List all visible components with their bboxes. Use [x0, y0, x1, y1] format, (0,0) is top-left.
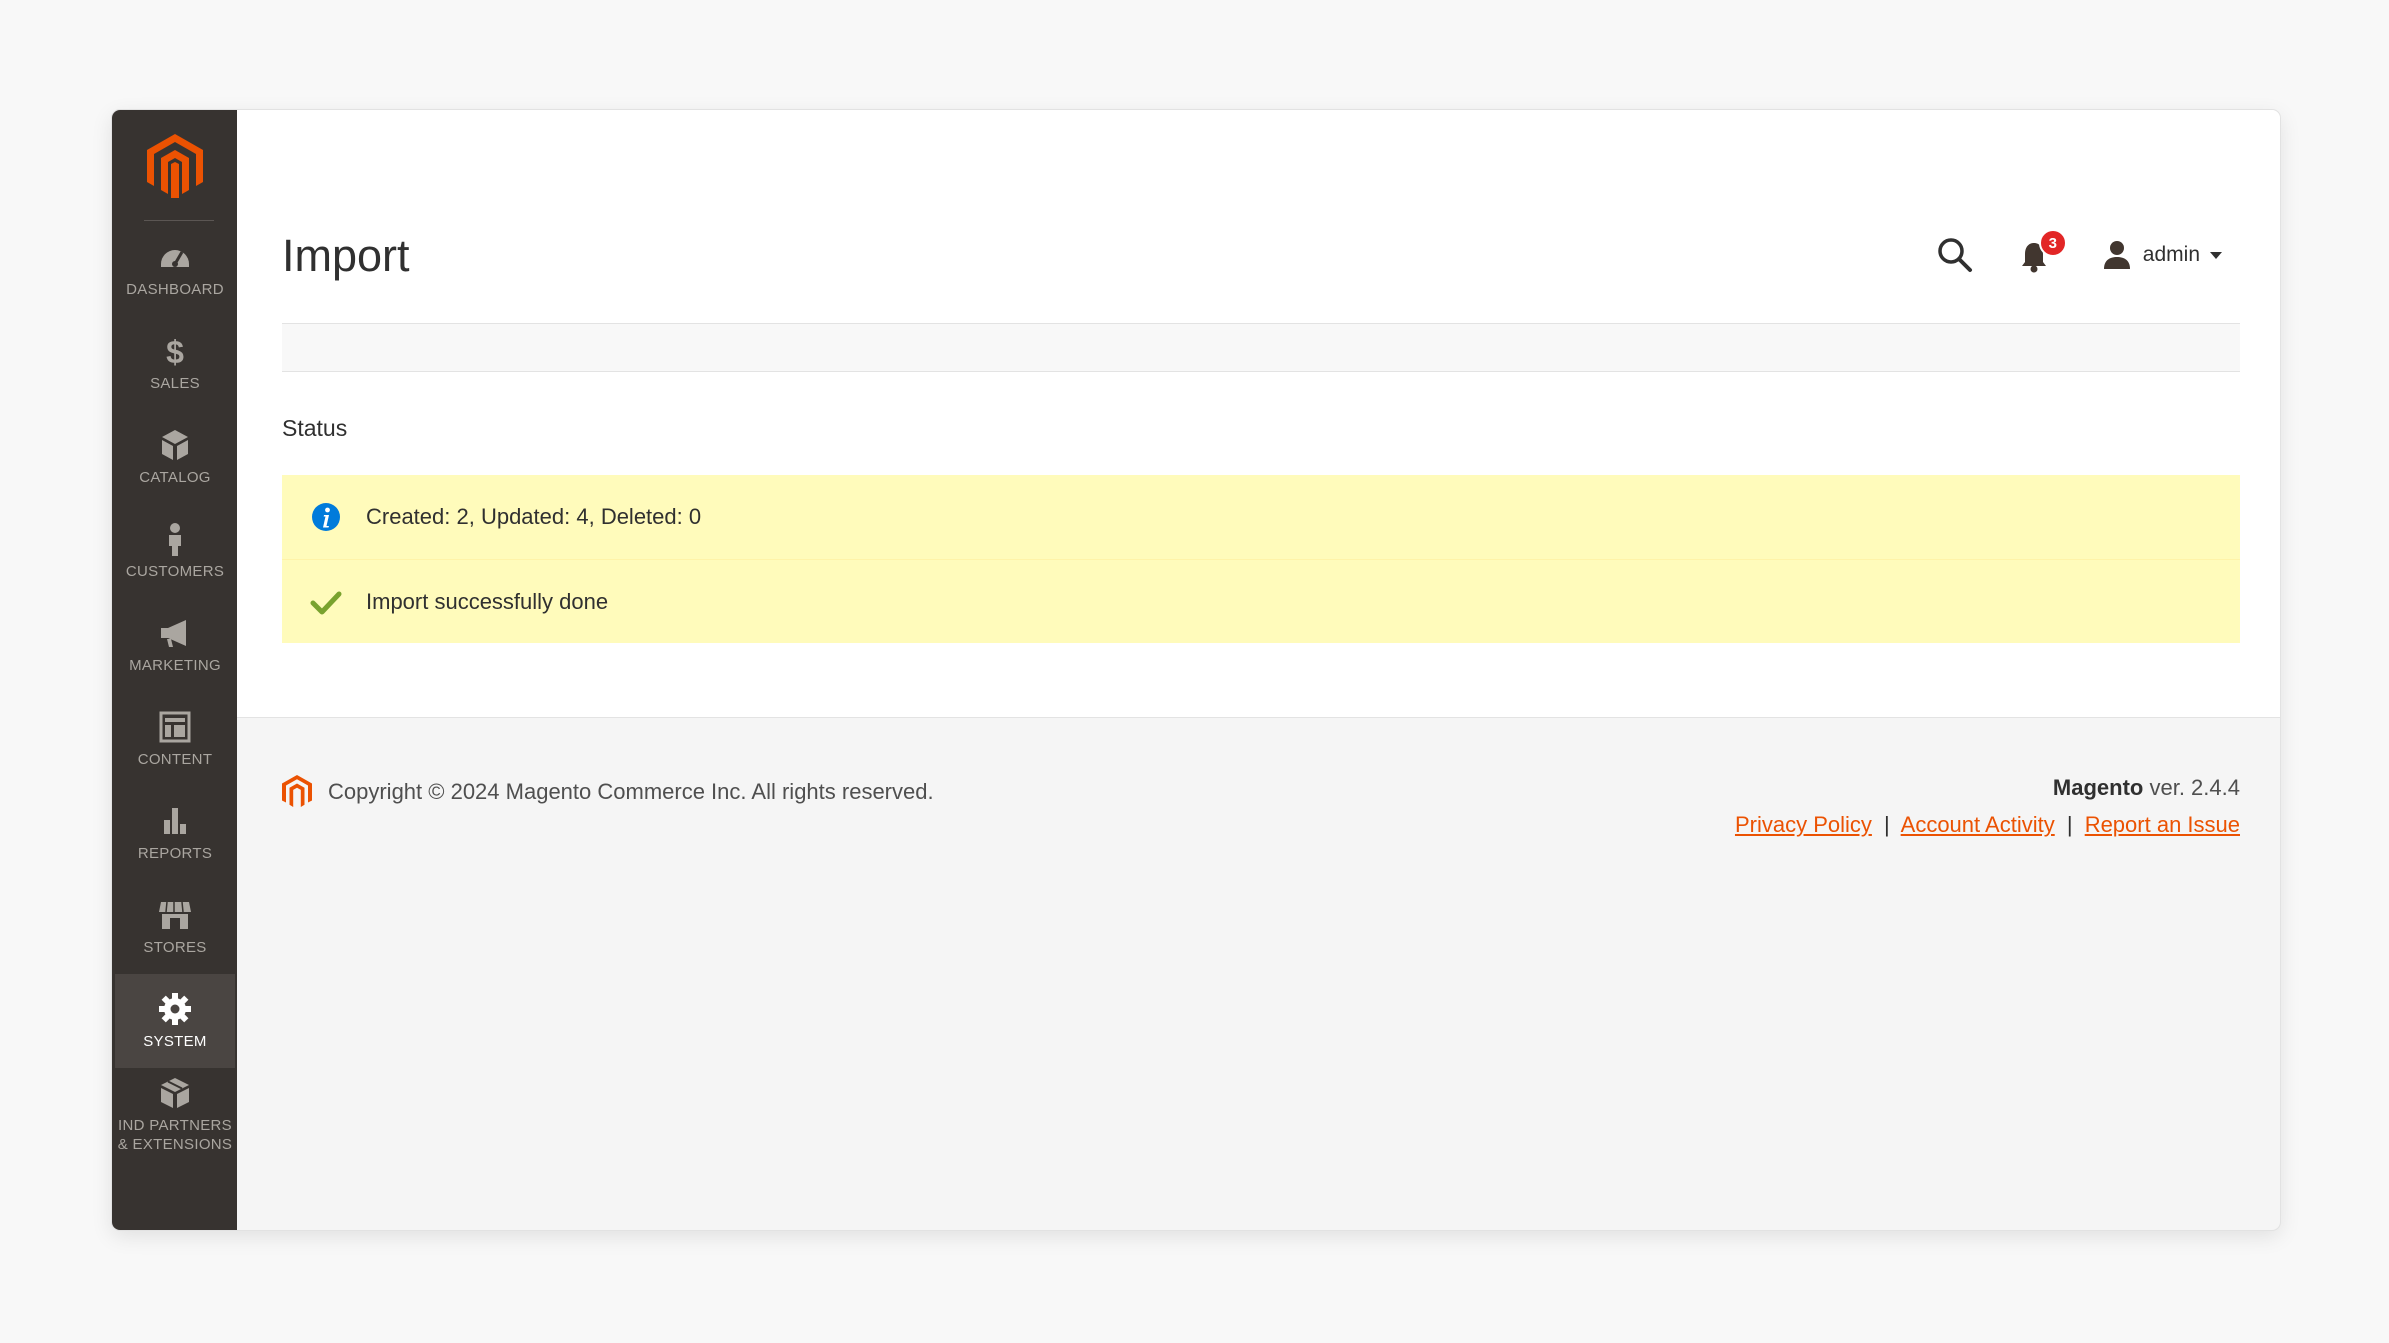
- gear-icon: [159, 992, 191, 1025]
- footer-copyright: Copyright © 2024 Magento Commerce Inc. A…: [282, 775, 934, 809]
- report-issue-link[interactable]: Report an Issue: [2085, 812, 2240, 837]
- messages-container: Created: 2, Updated: 4, Deleted: 0 Impor…: [282, 475, 2240, 643]
- sidebar-item-dashboard[interactable]: DASHBOARD: [115, 222, 235, 316]
- link-separator: |: [2066, 812, 2073, 837]
- info-icon: [312, 503, 340, 531]
- box-icon: [161, 1078, 189, 1108]
- layout-icon: [159, 711, 191, 742]
- info-message: Created: 2, Updated: 4, Deleted: 0: [282, 475, 2240, 559]
- version-text: ver. 2.4.4: [2143, 775, 2240, 800]
- status-heading: Status: [282, 415, 348, 441]
- user-name: admin: [2142, 243, 2200, 266]
- sidebar-item-catalog[interactable]: CATALOG: [115, 410, 235, 504]
- sidebar-item-sales[interactable]: $ SALES: [115, 316, 235, 410]
- sidebar-item-content[interactable]: CONTENT: [115, 692, 235, 786]
- copyright-text: Copyright © 2024 Magento Commerce Inc. A…: [328, 779, 934, 804]
- success-message-text: Import successfully done: [366, 588, 609, 614]
- magento-logo-icon: [146, 134, 203, 198]
- user-menu[interactable]: admin: [2103, 240, 2222, 270]
- success-message: Import successfully done: [282, 559, 2240, 643]
- dashboard-icon: [161, 249, 189, 267]
- sidebar-item-label: STORES: [143, 938, 207, 956]
- admin-window: DASHBOARD $ SALES CATALOG CUSTOMERS MARK…: [112, 110, 2280, 1230]
- sidebar-item-label: SYSTEM: [143, 1032, 207, 1050]
- user-icon: [2103, 241, 2130, 269]
- dollar-icon: $: [166, 334, 184, 368]
- chevron-down-icon: [2210, 251, 2222, 259]
- footer-links: Privacy Policy | Account Activity | Repo…: [1735, 812, 2240, 838]
- page-actions-bar: [282, 323, 2240, 372]
- info-message-text: Created: 2, Updated: 4, Deleted: 0: [366, 504, 702, 529]
- sidebar-item-partners[interactable]: IND PARTNERS & EXTENSIONS: [115, 1068, 235, 1162]
- notifications-button[interactable]: 3: [2021, 229, 2067, 273]
- admin-sidebar: DASHBOARD $ SALES CATALOG CUSTOMERS MARK…: [112, 110, 237, 1230]
- sidebar-item-customers[interactable]: CUSTOMERS: [115, 504, 235, 598]
- svg-text:$: $: [166, 334, 184, 368]
- privacy-policy-link[interactable]: Privacy Policy: [1735, 812, 1872, 837]
- sidebar-item-label: CUSTOMERS: [125, 562, 225, 580]
- notification-count-badge: 3: [2038, 229, 2067, 257]
- sidebar-item-label: CONTENT: [137, 750, 213, 768]
- sidebar-item-label: DASHBOARD: [126, 280, 224, 298]
- sidebar-item-label: MARKETING: [129, 656, 221, 674]
- footer-version: Magento ver. 2.4.4: [2053, 775, 2240, 801]
- checkmark-icon: [310, 591, 342, 614]
- sidebar-item-label: CATALOG: [139, 468, 211, 486]
- account-activity-link[interactable]: Account Activity: [1901, 812, 2055, 837]
- person-icon: [169, 522, 181, 556]
- magento-logo[interactable]: [112, 110, 237, 222]
- storefront-icon: [159, 901, 191, 929]
- link-separator: |: [1884, 812, 1890, 837]
- header-actions: 3 admin: [1935, 229, 2222, 280]
- sidebar-item-stores[interactable]: STORES: [115, 880, 235, 974]
- sidebar-item-label: REPORTS: [137, 844, 213, 862]
- page-content: Import 3 admin Status Created: 2, Update…: [237, 110, 2280, 718]
- megaphone-icon: [161, 619, 186, 647]
- logo-divider: [144, 220, 214, 221]
- sidebar-item-label: SALES: [150, 374, 200, 392]
- sidebar-item-label: IND PARTNERS & EXTENSIONS: [117, 1117, 233, 1153]
- sidebar-item-system[interactable]: SYSTEM: [115, 974, 235, 1068]
- bar-chart-icon: [164, 807, 186, 834]
- search-icon[interactable]: [1935, 235, 1975, 275]
- sidebar-item-reports[interactable]: REPORTS: [115, 786, 235, 880]
- sidebar-item-marketing[interactable]: MARKETING: [115, 598, 235, 692]
- cube-icon: [162, 429, 188, 460]
- magento-logo-small-icon: [282, 775, 312, 807]
- page-title: Import: [282, 230, 410, 281]
- brand-name: Magento: [2052, 775, 2144, 800]
